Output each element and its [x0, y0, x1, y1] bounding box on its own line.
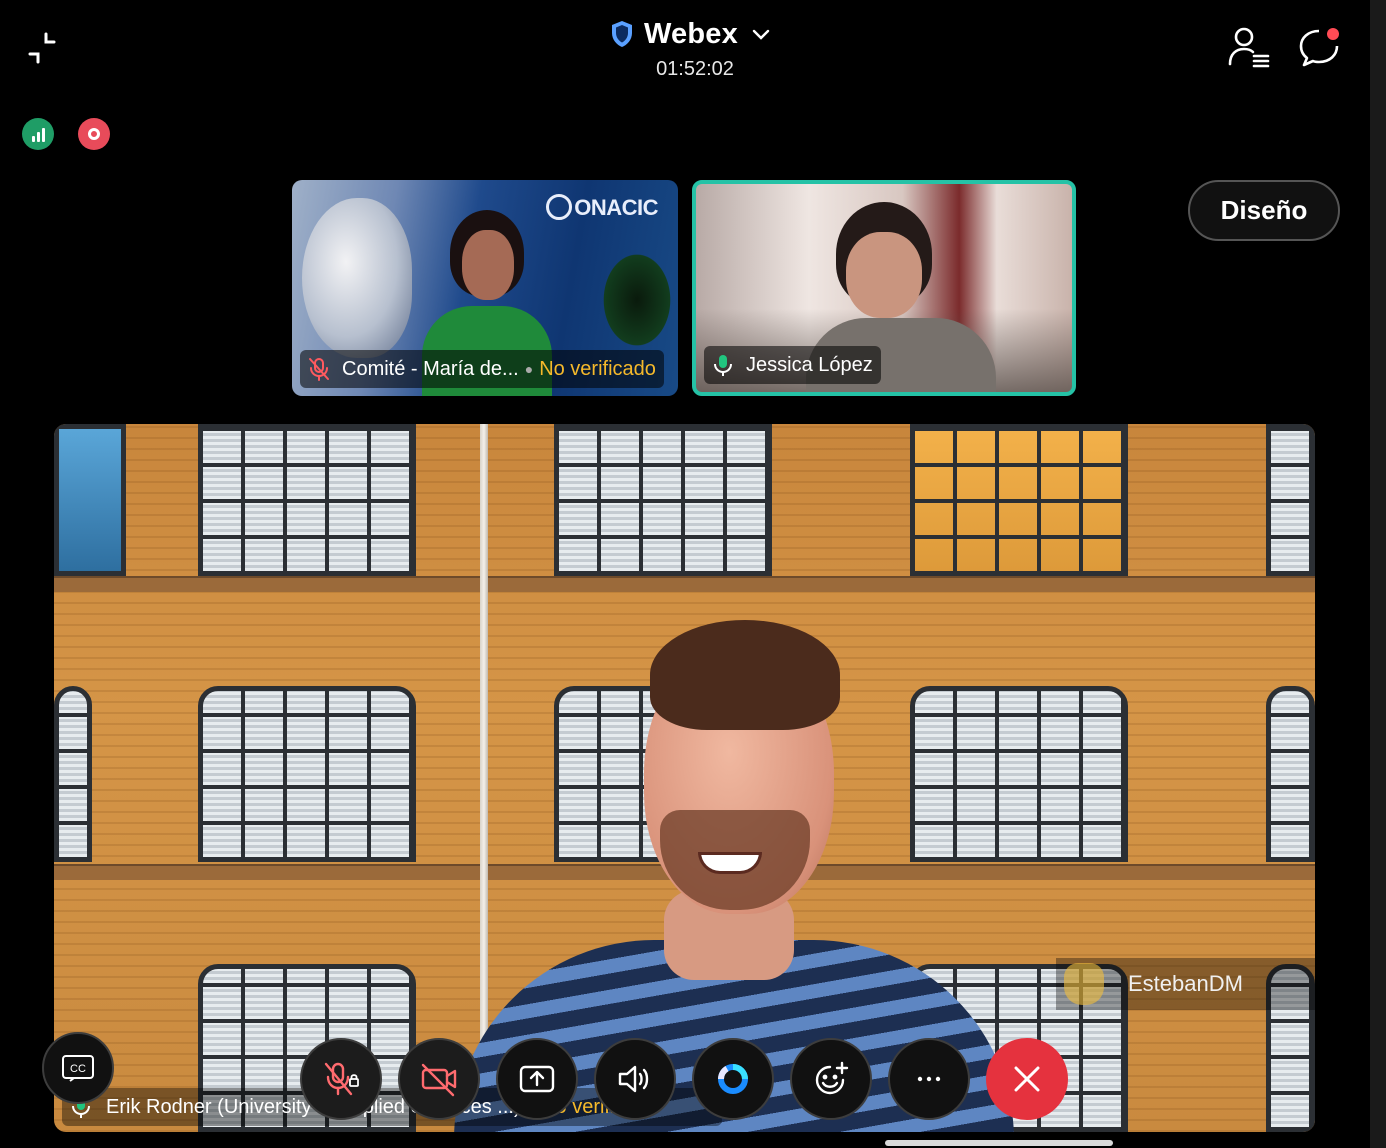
speaker-volume-icon: [618, 1065, 649, 1093]
participant-thumbnail-jessica[interactable]: Jessica López: [692, 180, 1076, 396]
reactions-button[interactable]: [790, 1038, 872, 1120]
background-robot-face: [302, 198, 412, 358]
closed-captions-icon: CC: [62, 1055, 94, 1082]
background-window: [198, 686, 416, 862]
close-icon: [1014, 1066, 1040, 1092]
window-edge: [1370, 0, 1386, 1148]
conacic-logo: ONACIC: [546, 194, 658, 221]
app-title: Webex: [644, 17, 738, 50]
unverified-status: No verificado: [539, 357, 656, 380]
background-window: [54, 686, 92, 862]
participant-name: Jessica López: [746, 353, 873, 376]
main-video-stage[interactable]: [54, 424, 1315, 1132]
participant-thumbnail-maria[interactable]: ONACIC Comité - María de... ● No verific…: [292, 180, 678, 396]
more-options-button[interactable]: [888, 1038, 970, 1120]
background-window: [54, 424, 126, 576]
network-signal-icon[interactable]: [22, 118, 54, 150]
chat-icon[interactable]: [1296, 24, 1342, 70]
home-indicator: [885, 1140, 1113, 1146]
active-mic-icon: [714, 355, 732, 376]
audio-button[interactable]: [594, 1038, 676, 1120]
video-off-icon: [421, 1063, 457, 1097]
recording-icon[interactable]: [78, 118, 110, 150]
captions-button[interactable]: CC: [42, 1032, 114, 1104]
participant-label: Jessica López: [704, 346, 881, 384]
participant-name: Comité - María de...: [342, 357, 519, 380]
ai-assistant-button[interactable]: [692, 1038, 774, 1120]
participants-icon[interactable]: [1226, 24, 1272, 70]
mute-button[interactable]: [300, 1038, 382, 1120]
background-window: [1266, 686, 1315, 862]
background-window: [198, 424, 416, 576]
meeting-timer: 01:52:02: [656, 58, 734, 80]
smiley-plus-icon: [815, 1061, 849, 1095]
layout-button[interactable]: Diseño: [1188, 180, 1340, 241]
background-window: [1266, 424, 1315, 576]
separator-dot: ●: [524, 361, 534, 377]
background-window: [554, 424, 772, 576]
raised-hand-indicator: EstebanDM: [1056, 958, 1370, 1010]
share-button[interactable]: [496, 1038, 578, 1120]
more-dots-icon: [917, 1076, 941, 1082]
shield-icon: [612, 21, 632, 47]
leave-meeting-button[interactable]: [986, 1038, 1068, 1120]
raised-hand-icon: [1064, 963, 1104, 1005]
background-window: [910, 424, 1128, 576]
muted-mic-icon: [309, 358, 329, 381]
svg-text:CC: CC: [70, 1063, 86, 1075]
share-screen-icon: [519, 1065, 555, 1093]
ai-assistant-icon: [717, 1064, 748, 1094]
muted-mic-lock-icon: [324, 1062, 359, 1096]
participant-label: Comité - María de... ● No verificado: [300, 350, 664, 388]
meeting-title[interactable]: Webex: [610, 14, 780, 54]
raised-hand-name: EstebanDM: [1128, 971, 1243, 996]
stop-video-button[interactable]: [398, 1038, 480, 1120]
background-ledge: [54, 576, 1315, 592]
exit-fullscreen-icon[interactable]: [24, 30, 60, 66]
chevron-down-icon: [752, 29, 770, 40]
